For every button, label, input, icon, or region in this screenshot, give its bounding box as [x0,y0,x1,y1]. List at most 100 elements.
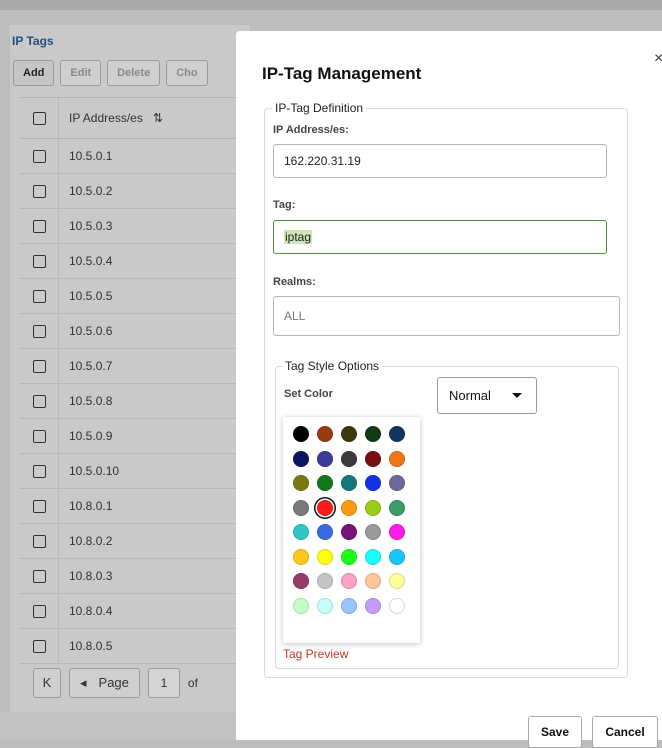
color-swatch[interactable] [293,475,309,491]
color-swatch[interactable] [341,450,357,467]
table-row[interactable]: 10.5.0.6 [20,314,250,349]
color-swatch[interactable] [341,475,357,491]
row-checkbox[interactable] [32,254,46,268]
color-swatch[interactable] [293,450,309,467]
row-checkbox[interactable] [32,324,46,338]
color-swatch[interactable] [317,475,333,491]
table-row[interactable]: 10.5.0.9 [20,419,250,454]
table-row[interactable]: 10.5.0.7 [20,349,250,384]
table-row[interactable]: 10.8.0.1 [20,489,250,524]
modal-title: IP-Tag Management [262,64,422,83]
delete-button[interactable]: Delete [107,60,161,86]
row-checkbox[interactable] [32,429,46,443]
row-checkbox[interactable] [32,219,46,233]
close-icon[interactable]: × [654,50,662,68]
color-swatch[interactable] [341,499,357,516]
color-swatch[interactable] [365,573,381,589]
color-swatch[interactable] [293,426,309,442]
page-number-input[interactable]: 1 [147,667,180,698]
table-row[interactable]: 10.5.0.4 [20,244,250,279]
table-row[interactable]: 10.5.0.5 [20,279,250,314]
row-checkbox-cell [20,209,59,243]
color-swatch[interactable] [389,475,405,491]
color-swatch[interactable] [389,450,405,467]
prev-page-button[interactable]: ◂ Page [69,667,140,698]
row-checkbox[interactable] [32,184,46,198]
color-swatch[interactable] [317,573,333,589]
edit-button[interactable]: Edit [60,60,102,86]
cancel-button[interactable]: Cancel [592,716,658,748]
color-swatch[interactable] [317,499,333,516]
row-checkbox[interactable] [32,534,46,548]
color-swatch[interactable] [365,548,381,565]
row-checkbox[interactable] [32,149,46,163]
color-swatch[interactable] [293,573,309,589]
color-swatch[interactable] [317,524,333,540]
color-swatch[interactable] [293,548,309,565]
choose-button[interactable]: Cho [166,60,208,86]
color-swatch[interactable] [389,524,405,540]
table-row[interactable]: 10.5.0.3 [20,209,250,244]
color-swatch[interactable] [365,475,381,491]
color-swatch[interactable] [389,548,405,565]
add-button[interactable]: Add [13,60,55,86]
sort-icon[interactable]: ⇅ [153,111,163,125]
color-swatch[interactable] [293,524,309,540]
panel-toolbar: Add Edit Delete Cho [13,58,208,88]
realms-label: Realms: [273,276,316,288]
color-swatch[interactable] [365,426,381,442]
ip-column-header[interactable]: IP Address/es ⇅ [59,111,163,125]
select-all-checkbox[interactable] [32,111,46,125]
font-style-dropdown[interactable]: Normal [437,377,537,414]
row-checkbox[interactable] [32,289,46,303]
ip-address-cell: 10.5.0.6 [69,324,113,338]
table-row[interactable]: 10.5.0.10 [20,454,250,489]
ip-address-cell: 10.5.0.5 [69,289,113,303]
color-swatch[interactable] [365,597,381,614]
color-swatch[interactable] [317,548,333,565]
color-swatch[interactable] [317,450,333,467]
color-swatch[interactable] [293,499,309,516]
table-row[interactable]: 10.8.0.3 [20,559,250,594]
color-swatch[interactable] [317,597,333,614]
row-checkbox-cell [20,384,59,418]
ip-address-cell: 10.5.0.7 [69,359,113,373]
row-checkbox[interactable] [32,639,46,653]
tag-label: Tag: [273,199,296,211]
row-checkbox[interactable] [32,394,46,408]
color-swatch[interactable] [293,597,309,614]
ip-tags-table: IP Address/es ⇅ 10.5.0.1 10.5.0.2 10.5.0.3… [20,97,250,664]
color-swatch[interactable] [365,524,381,540]
realms-input[interactable]: ALL [273,296,620,336]
color-swatch[interactable] [389,426,405,442]
table-row[interactable]: 10.5.0.2 [20,174,250,209]
color-swatch[interactable] [365,450,381,467]
chevron-down-icon [512,393,522,398]
table-row[interactable]: 10.5.0.1 [20,139,250,174]
color-swatch[interactable] [317,426,333,442]
color-swatch[interactable] [389,499,405,516]
row-checkbox[interactable] [32,464,46,478]
table-row[interactable]: 10.8.0.2 [20,524,250,559]
ip-address-cell: 10.5.0.10 [69,464,120,478]
row-checkbox-cell [20,489,59,523]
tag-input[interactable]: iptag [273,220,607,254]
color-swatch[interactable] [389,597,405,614]
tag-preview: Tag Preview [283,647,349,661]
color-swatch[interactable] [341,573,357,589]
color-swatch[interactable] [341,426,357,442]
row-checkbox[interactable] [32,499,46,513]
row-checkbox[interactable] [32,359,46,373]
color-swatch[interactable] [341,548,357,565]
save-button[interactable]: Save [528,716,582,748]
row-checkbox[interactable] [32,604,46,618]
color-swatch[interactable] [341,524,357,540]
color-swatch[interactable] [365,499,381,516]
color-swatch[interactable] [341,597,357,614]
ip-address-input[interactable]: 162.220.31.19 [273,144,607,178]
table-row[interactable]: 10.5.0.8 [20,384,250,419]
color-swatch[interactable] [389,573,405,589]
first-page-button[interactable]: K [33,667,61,698]
table-row[interactable]: 10.8.0.4 [20,594,250,629]
row-checkbox[interactable] [32,569,46,583]
